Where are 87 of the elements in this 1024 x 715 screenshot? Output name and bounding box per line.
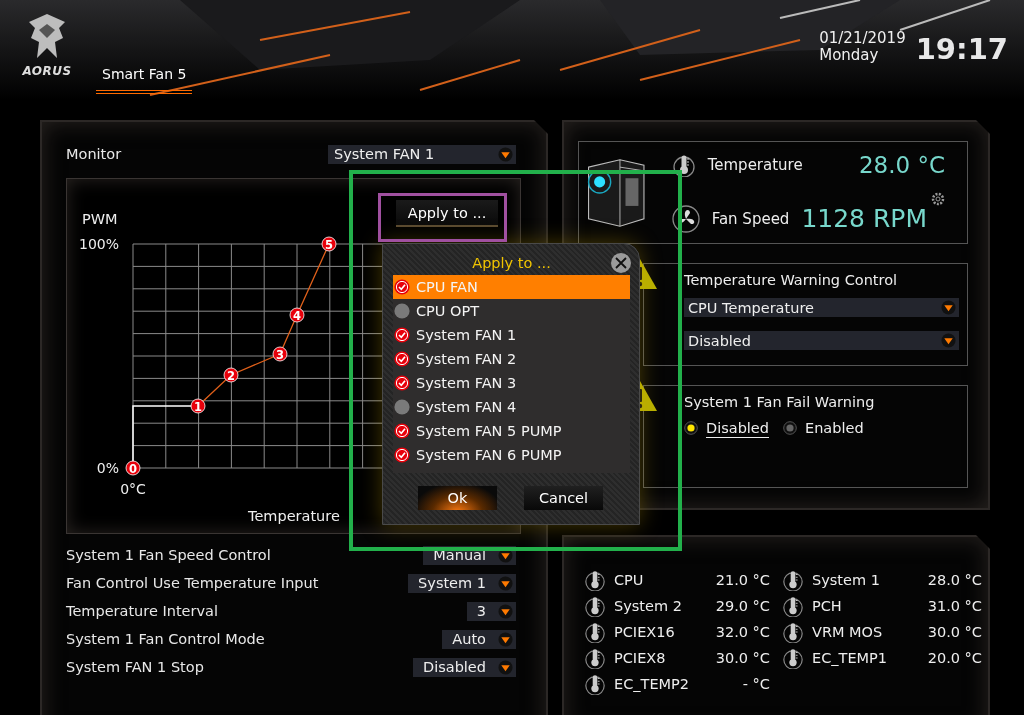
sensor-value: - °C	[742, 676, 770, 692]
sensor-value: 31.0 °C	[927, 598, 982, 614]
thermometer-icon	[584, 595, 606, 617]
radio-option[interactable]: Enabled	[783, 420, 864, 436]
fan-name: System FAN 3	[416, 375, 517, 391]
thermometer-icon	[584, 621, 606, 643]
fan-name: System FAN 1	[416, 327, 517, 343]
setting-label: Fan Control Use Temperature Input	[66, 575, 319, 591]
sensor-name: EC_TEMP1	[812, 650, 888, 666]
thermometer-icon	[782, 621, 804, 643]
dropdown[interactable]: Auto	[442, 629, 516, 649]
sensor-value: 32.0 °C	[715, 624, 770, 640]
fan-list-item[interactable]: System FAN 5 PUMP	[393, 419, 630, 443]
temperature-reading: 28.0 °C	[858, 152, 945, 178]
thermometer-icon	[584, 647, 606, 669]
dropdown[interactable]: 3	[466, 601, 516, 621]
setting-label: System FAN 1 Stop	[66, 659, 204, 675]
sensor-name: PCH	[812, 598, 842, 614]
apply-button[interactable]: Apply to ...	[396, 200, 498, 227]
setting-label: System 1 Fan Control Mode	[66, 631, 265, 647]
sensor-value: 29.0 °C	[715, 598, 770, 614]
sensor-name: VRM MOS	[812, 624, 883, 640]
fan-name: CPU OPT	[416, 303, 480, 319]
ok-button[interactable]: Ok	[418, 486, 497, 510]
axis-tick-label: 0°C	[120, 481, 146, 497]
sensor-value: 28.0 °C	[927, 572, 982, 588]
curve-point[interactable]: 4	[289, 307, 305, 323]
axis-title: Temperature	[248, 508, 340, 524]
dropdown[interactable]: CPU Temperature	[684, 298, 959, 317]
fan-name: System FAN 4	[416, 399, 517, 415]
thermometer-icon	[671, 153, 696, 177]
sensor-name: PCIEX8	[614, 650, 666, 666]
section-title: Temperature Warning Control	[684, 272, 899, 288]
fan-list-item[interactable]: System FAN 2	[393, 347, 630, 371]
setting-label: System 1 Fan Speed Control	[66, 547, 271, 563]
stat-label: Temperature	[707, 156, 803, 174]
dropdown[interactable]: System FAN 1	[328, 144, 516, 164]
dialog-title: Apply to ...	[472, 255, 551, 273]
curve-point[interactable]: 2	[223, 367, 239, 383]
curve-point[interactable]: 0	[125, 460, 141, 476]
fan-name: CPU FAN	[416, 279, 478, 295]
dropdown[interactable]: Disabled	[684, 331, 959, 350]
fan-list-item[interactable]: System FAN 4	[393, 395, 630, 419]
fan-list-item[interactable]: CPU OPT	[393, 299, 630, 323]
sensor-name: EC_TEMP2	[614, 676, 690, 692]
thermometer-icon	[782, 595, 804, 617]
radio-option[interactable]: Disabled	[684, 420, 769, 436]
logo-text: AORUS	[22, 64, 72, 78]
section-title: System 1 Fan Fail Warning	[684, 394, 876, 410]
settings-icon[interactable]	[931, 192, 945, 206]
sensor-value: 30.0 °C	[927, 624, 982, 640]
stat-label: Fan Speed	[711, 209, 790, 228]
axis-title: PWM	[82, 211, 118, 227]
setting-label: Temperature Interval	[66, 603, 218, 619]
fan-list-item[interactable]: System FAN 6 PUMP	[393, 443, 630, 467]
fan-list-item[interactable]: System FAN 3	[393, 371, 630, 395]
fan-list-item[interactable]: System FAN 1	[393, 323, 630, 347]
close-button[interactable]	[611, 253, 631, 273]
thermometer-icon	[584, 673, 606, 695]
axis-tick-label: 100%	[78, 236, 119, 252]
sensor-name: System 1	[812, 572, 880, 588]
tab[interactable]: Smart Fan 5	[96, 66, 193, 94]
sensor-value: 30.0 °C	[715, 650, 770, 666]
sensor-name: PCIEX16	[614, 624, 675, 640]
axis-tick-label: 0%	[96, 460, 119, 476]
thermometer-icon	[782, 569, 804, 591]
dropdown[interactable]: System 1	[408, 573, 516, 593]
fan-name: System FAN 6 PUMP	[416, 447, 562, 463]
dropdown[interactable]: Disabled	[413, 657, 516, 677]
date-text: 01/21/2019	[819, 30, 906, 47]
sensor-value: 20.0 °C	[927, 650, 982, 666]
fan-icon	[671, 204, 700, 233]
sensor-name: System 2	[614, 598, 682, 614]
fan-speed-reading: 1128 RPM	[801, 204, 927, 233]
curve-point[interactable]: 1	[190, 398, 206, 414]
cancel-button[interactable]: Cancel	[524, 486, 603, 510]
setting-label: Monitor	[66, 146, 122, 162]
thermometer-icon	[782, 647, 804, 669]
fan-name: System FAN 2	[416, 351, 517, 367]
fan-name: System FAN 5 PUMP	[416, 423, 562, 439]
clock-time: 19:17	[915, 32, 1008, 66]
curve-point[interactable]: 5	[321, 236, 337, 252]
sensor-name: CPU	[614, 572, 644, 588]
weekday-text: Monday	[819, 47, 880, 64]
curve-point[interactable]: 3	[272, 346, 288, 362]
sensor-value: 21.0 °C	[715, 572, 770, 588]
thermometer-icon	[584, 569, 606, 591]
